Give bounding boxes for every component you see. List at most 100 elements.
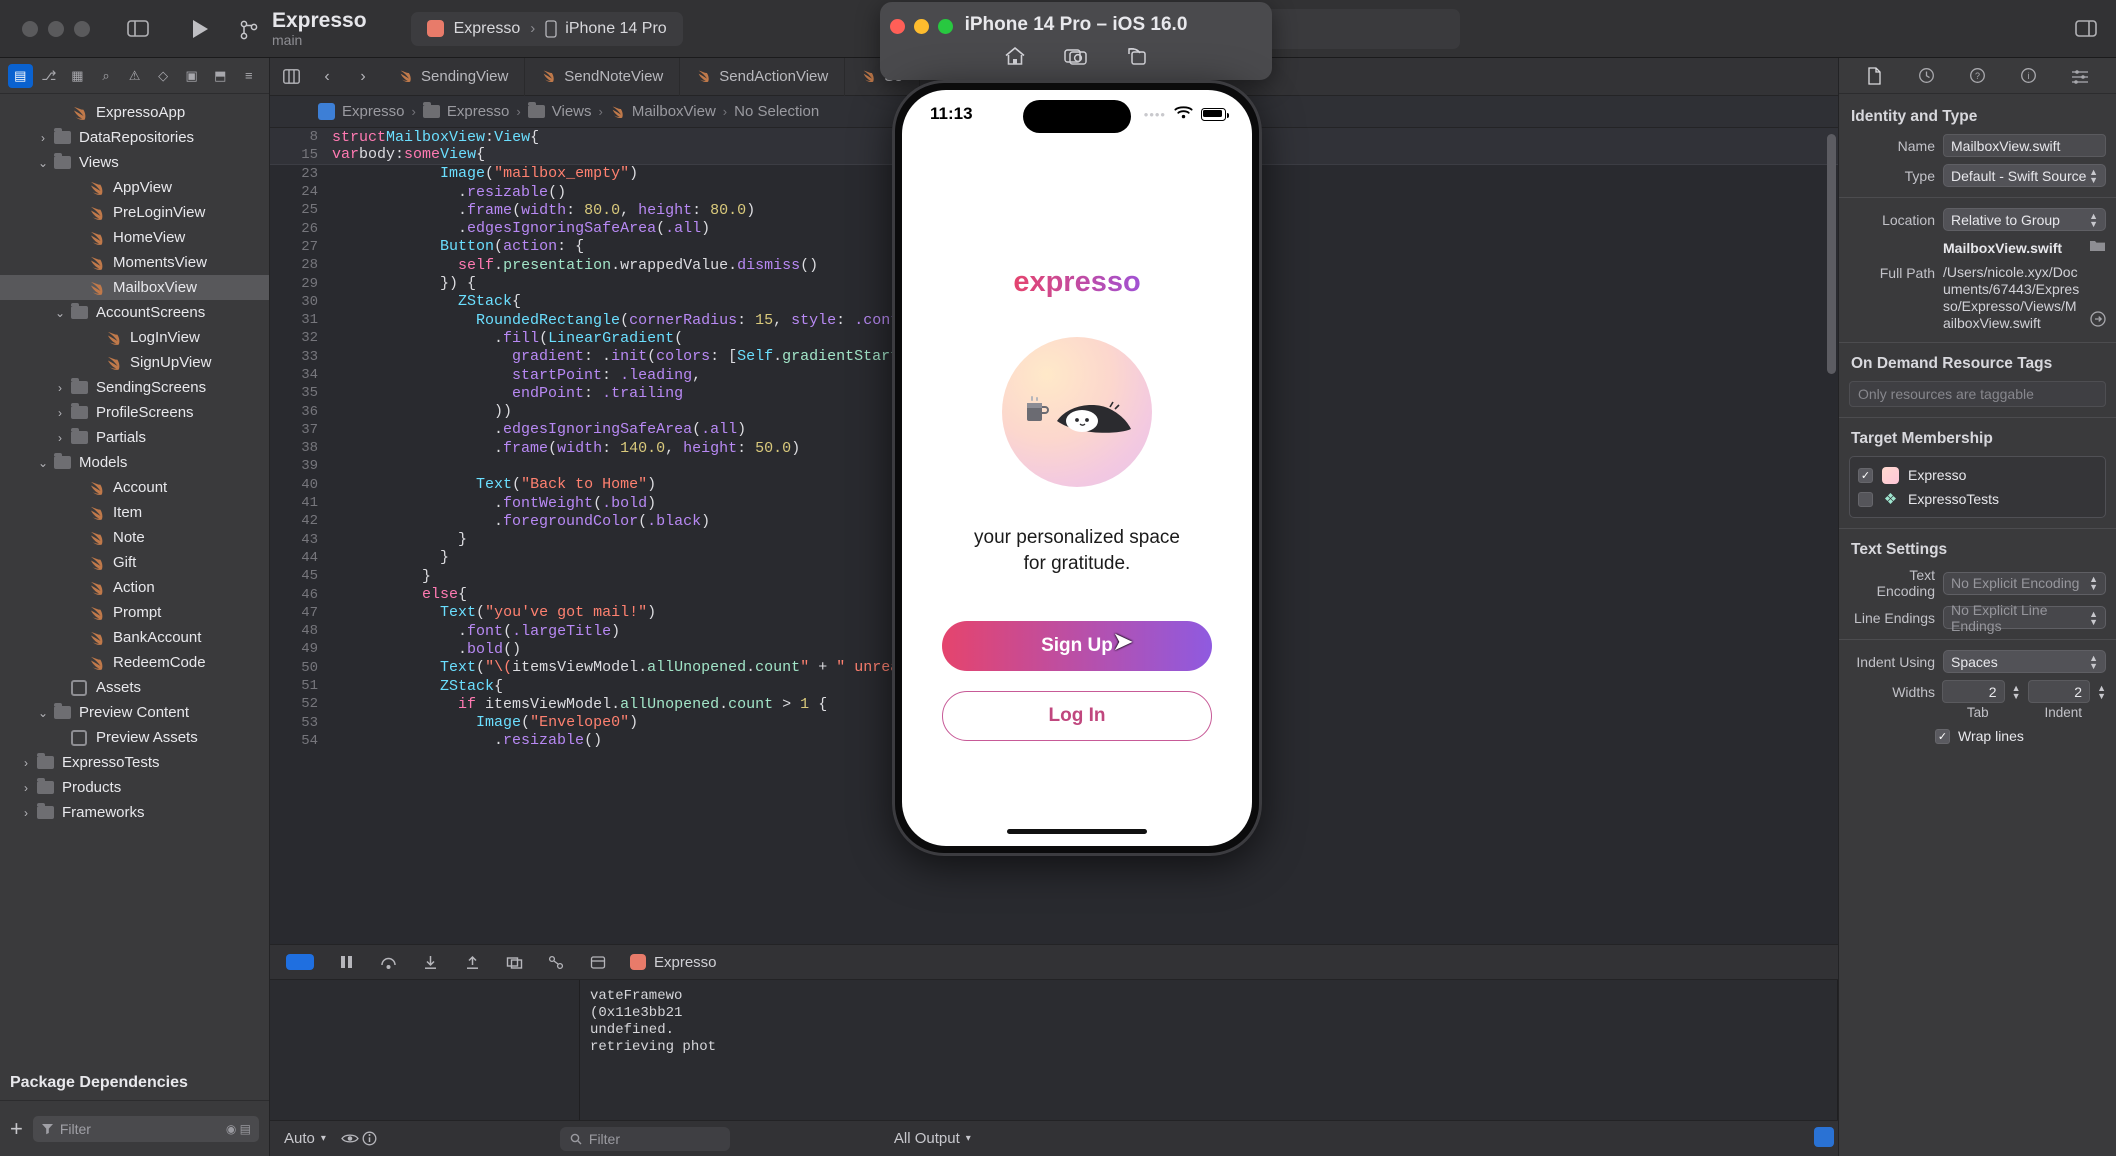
sidebar-item-homeview[interactable]: HomeView (0, 225, 269, 250)
sidebar-item-partials[interactable]: › Partials (0, 425, 269, 450)
symbol-navigator[interactable]: ▦ (65, 64, 90, 88)
sidebar-item-bankaccount[interactable]: BankAccount (0, 625, 269, 650)
sidebar-item-prompt[interactable]: Prompt (0, 600, 269, 625)
breadcrumb-segment[interactable]: Expresso (447, 103, 510, 120)
target-checkbox-expressotests[interactable] (1858, 491, 1873, 507)
variables-scope-selector[interactable]: Auto ▾ (270, 1130, 340, 1147)
wrap-lines-row[interactable]: ✓ Wrap lines (1935, 728, 2106, 744)
sidebar-item-models[interactable]: ⌄ Models (0, 450, 269, 475)
debug-navigator[interactable]: ▣ (179, 64, 204, 88)
location-popup[interactable]: Relative to Group ▲ ▼ (1943, 208, 2106, 231)
inspector-toggle-icon[interactable] (2072, 17, 2100, 41)
navigator-filter-field[interactable]: Filter ◉ ▤ (32, 1115, 259, 1142)
disclosure-triangle-icon[interactable]: › (51, 431, 69, 445)
target-membership-list[interactable]: ✓ Expresso ❖ ExpressoTests (1849, 456, 2106, 518)
wrap-lines-checkbox[interactable]: ✓ (1935, 728, 1950, 744)
disclosure-triangle-icon[interactable]: › (17, 806, 35, 820)
step-out-icon[interactable] (462, 952, 482, 972)
help-inspector-icon[interactable]: ? (1965, 65, 1989, 87)
editor-forward-icon[interactable]: › (346, 63, 380, 91)
sidebar-item-momentsview[interactable]: MomentsView (0, 250, 269, 275)
console-output-view[interactable]: vateFramewo (0x11e3bb21 undefined. retri… (580, 980, 1838, 1120)
view-hierarchy-icon[interactable] (504, 952, 524, 972)
branch-name[interactable]: main (272, 32, 367, 48)
output-scope-selector[interactable]: All Output ▾ (880, 1130, 985, 1147)
sidebar-item-loginview[interactable]: LogInView (0, 325, 269, 350)
sign-up-button[interactable]: Sign Up (942, 621, 1212, 671)
target-row-expressotests[interactable]: ❖ ExpressoTests (1858, 487, 2097, 511)
sidebar-item-note[interactable]: Note (0, 525, 269, 550)
breadcrumb-segment[interactable]: Views (552, 103, 592, 120)
disclosure-triangle-icon[interactable]: ⌄ (34, 156, 52, 170)
disclosure-triangle-icon[interactable]: › (17, 756, 35, 770)
reveal-in-finder-icon[interactable] (2090, 311, 2106, 332)
sidebar-item-mailboxview[interactable]: MailboxView (0, 275, 269, 300)
device-screen[interactable]: 11:13 •••• expresso your personalized sp… (902, 90, 1252, 846)
breakpoint-navigator[interactable]: ⬒ (208, 64, 233, 88)
breadcrumb-segment[interactable]: Expresso (342, 103, 405, 120)
target-row-expresso[interactable]: ✓ Expresso (1858, 463, 2097, 487)
add-file-button[interactable]: + (10, 1117, 23, 1140)
test-navigator[interactable]: ◇ (151, 64, 176, 88)
log-in-button[interactable]: Log In (942, 691, 1212, 741)
window-traffic-lights[interactable] (0, 20, 120, 37)
name-field[interactable]: MailboxView.swift (1943, 134, 2106, 157)
memory-graph-icon[interactable] (546, 952, 566, 972)
indent-using-popup[interactable]: Spaces ▲ ▼ (1943, 650, 2106, 673)
history-inspector-icon[interactable] (1914, 65, 1938, 87)
indent-width-field[interactable]: 2 (2027, 680, 2091, 703)
screenshot-icon[interactable] (1064, 46, 1088, 71)
run-play-icon[interactable] (186, 17, 214, 41)
disclosure-triangle-icon[interactable]: ⌄ (34, 456, 52, 470)
close-window-button[interactable] (22, 20, 38, 37)
console-layout-toggle[interactable] (1814, 1126, 1834, 1147)
debug-process-item[interactable]: Expresso (630, 954, 717, 971)
find-navigator[interactable]: ⌕ (94, 64, 119, 88)
sidebar-item-datarepositories[interactable]: › DataRepositories (0, 125, 269, 150)
project-navigator[interactable]: ▤ (8, 63, 33, 88)
step-over-icon[interactable] (378, 952, 398, 972)
pause-icon[interactable] (336, 952, 356, 972)
editor-layout-icon[interactable] (274, 63, 308, 91)
text-encoding-popup[interactable]: No Explicit Encoding ▲ ▼ (1943, 571, 2106, 595)
target-checkbox-expresso[interactable]: ✓ (1858, 467, 1873, 483)
disclosure-triangle-icon[interactable]: ⌄ (51, 306, 69, 320)
editor-tab-sendnoteview[interactable]: SendNoteView (525, 57, 681, 96)
sidebar-item-products[interactable]: › Products (0, 775, 269, 800)
sidebar-item-preloginview[interactable]: PreLoginView (0, 200, 269, 225)
sidebar-item-appview[interactable]: AppView (0, 175, 269, 200)
disclosure-triangle-icon[interactable]: › (17, 781, 35, 795)
sidebar-item-expressoapp[interactable]: ExpressoApp (0, 100, 269, 125)
tab-width-field[interactable]: 2 (1942, 680, 2005, 703)
console-filter-field[interactable]: Filter (559, 1126, 730, 1151)
variables-view[interactable] (270, 980, 580, 1120)
type-popup[interactable]: Default - Swift Source ▲ ▼ (1943, 164, 2106, 187)
filter-scope-icons[interactable]: ◉ ▤ (226, 1122, 251, 1136)
editor-tab-sendactionview[interactable]: SendActionView (680, 57, 846, 96)
line-endings-popup[interactable]: No Explicit Line Endings ▲ ▼ (1943, 602, 2106, 634)
tab-width-stepper[interactable]: ▲ ▼ (2012, 683, 2021, 700)
sidebar-item-signupview[interactable]: SignUpView (0, 350, 269, 375)
file-inspector-icon[interactable] (1863, 65, 1887, 87)
environment-overrides-icon[interactable] (588, 952, 608, 972)
disclosure-triangle-icon[interactable]: › (51, 406, 69, 420)
zoom-window-button[interactable] (74, 20, 90, 37)
sidebar-item-profilescreens[interactable]: › ProfileScreens (0, 400, 269, 425)
editor-back-icon[interactable]: ‹ (310, 63, 344, 91)
eye-icon[interactable] (340, 1129, 360, 1149)
report-navigator[interactable]: ≡ (237, 64, 262, 88)
on-demand-tags-field[interactable]: Only resources are taggable (1849, 381, 2106, 407)
disclosure-triangle-icon[interactable]: ⌄ (34, 706, 52, 720)
minimize-window-button[interactable] (48, 20, 64, 37)
sidebar-item-assets[interactable]: Assets (0, 675, 269, 700)
disclosure-triangle-icon[interactable]: › (34, 131, 52, 145)
attributes-inspector-icon[interactable] (2068, 65, 2092, 87)
home-icon[interactable] (1004, 46, 1026, 71)
choose-folder-icon[interactable] (2089, 238, 2106, 257)
navigator-tree[interactable]: ExpressoApp › DataRepositories ⌄ Views AppVie… (0, 94, 269, 1074)
rotate-icon[interactable] (1126, 46, 1148, 71)
disclosure-triangle-icon[interactable]: › (51, 381, 69, 395)
sidebar-toggle-icon[interactable] (124, 17, 152, 41)
package-dependencies-label[interactable]: Package Dependencies (0, 1074, 269, 1100)
breadcrumb-segment[interactable]: No Selection (734, 103, 819, 120)
